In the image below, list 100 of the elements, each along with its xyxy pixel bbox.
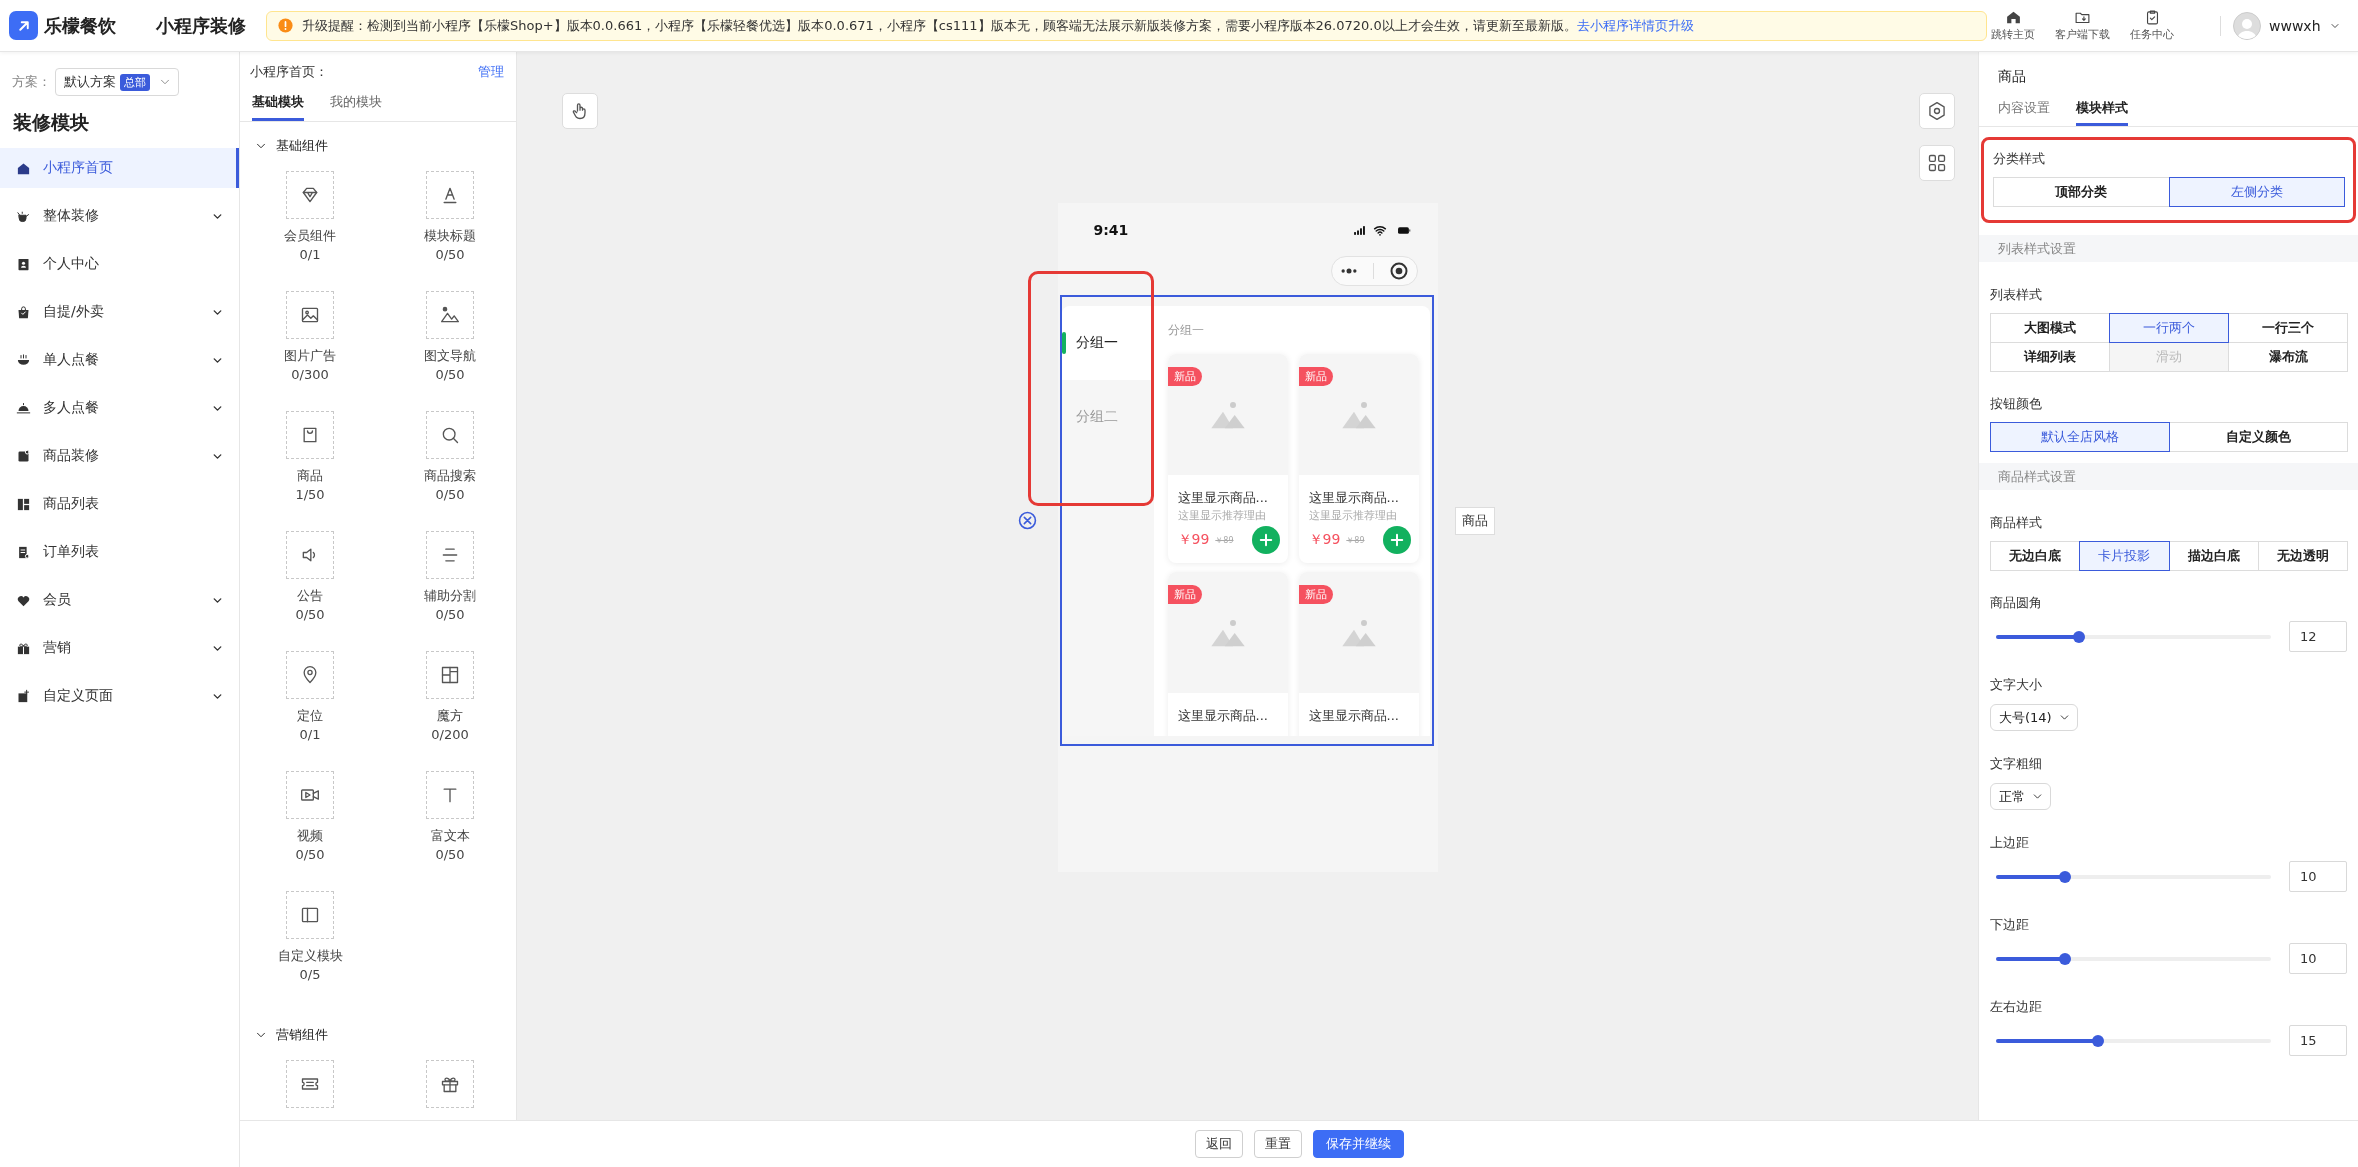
settings-button[interactable] (1919, 93, 1955, 129)
module-count: 0/50 (435, 486, 465, 504)
module-count: 1/50 (295, 486, 325, 504)
dropdown[interactable]: 大号(14) (1990, 704, 2078, 731)
new-badge: 新品 (1167, 585, 1202, 604)
module-name: 图文导航 (424, 347, 476, 365)
module-tile[interactable] (426, 171, 474, 219)
slider-thumb[interactable] (2072, 630, 2085, 643)
sidebar-item[interactable]: 营销 (0, 628, 239, 668)
module-tile[interactable] (426, 531, 474, 579)
option-button[interactable]: 瀑布流 (2228, 342, 2348, 372)
module-tile[interactable] (286, 411, 334, 459)
option-button[interactable]: 左侧分类 (2168, 177, 2345, 207)
settings-tab[interactable]: 内容设置 (1998, 99, 2050, 126)
pointer-tool-button[interactable] (562, 93, 598, 129)
number-field[interactable]: 10 (2289, 943, 2347, 974)
footer-button[interactable]: 重置 (1253, 1130, 1302, 1158)
product-name: 这里显示商品... (1308, 489, 1400, 506)
number-field[interactable]: 15 (2289, 1025, 2347, 1056)
sidebar-item[interactable]: 自定义页面 (0, 676, 239, 716)
module-count: 0/1 (299, 726, 321, 744)
product-reason: 这里显示推荐理由 (1308, 509, 1398, 523)
footer-button[interactable]: 保存并继续 (1312, 1130, 1404, 1158)
field-label: 文字大小 (1990, 676, 2043, 694)
option-button[interactable]: 无边透明 (2257, 541, 2348, 571)
option-button[interactable]: 详细列表 (1990, 342, 2110, 372)
section-title: 装修模块 (13, 110, 90, 134)
layout-grid-button[interactable] (1919, 145, 1955, 181)
option-button[interactable]: 大图模式 (1990, 313, 2110, 343)
module-tile[interactable] (286, 171, 334, 219)
option-button[interactable]: 一行两个 (2109, 313, 2229, 343)
group-title: 营销组件 (276, 1026, 328, 1044)
header-link[interactable]: 跳转主页 (1991, 9, 2035, 42)
dropdown[interactable]: 正常 (1990, 783, 2051, 810)
upgrade-link[interactable]: 去小程序详情页升级 (1576, 17, 1694, 33)
module-name: 会员组件 (284, 227, 336, 245)
search-icon (440, 425, 460, 445)
header-link[interactable]: 客户端下载 (2055, 9, 2110, 42)
option-button[interactable]: 一行三个 (2228, 313, 2348, 343)
module-tile[interactable] (426, 1060, 474, 1108)
user-menu[interactable]: wwwxh (2233, 11, 2341, 40)
product-price: ￥99 (1177, 531, 1210, 549)
module-count: 0/50 (435, 246, 465, 264)
field-label: 文字粗细 (1990, 755, 2043, 773)
sidebar-item[interactable]: 会员 (0, 580, 239, 620)
warning-icon (277, 17, 294, 34)
option-button[interactable]: 顶部分类 (1993, 177, 2170, 207)
module-tile[interactable] (286, 651, 334, 699)
sidebar-item[interactable]: 整体装修 (0, 196, 239, 236)
footer-button[interactable]: 返回 (1194, 1130, 1243, 1158)
module-name: 魔方 (437, 707, 463, 725)
option-button[interactable]: 自定义颜色 (2168, 422, 2348, 452)
scheme-badge: 总部 (120, 73, 150, 91)
module-tile[interactable] (426, 771, 474, 819)
sidebar-item[interactable]: 多人点餐 (0, 388, 239, 428)
module-tab[interactable]: 基础模块 (252, 93, 304, 121)
option-button[interactable]: 无边白底 (1990, 541, 2081, 571)
manage-link[interactable]: 管理 (478, 63, 504, 81)
sidebar-item[interactable]: 个人中心 (0, 244, 239, 284)
sidebar-item[interactable]: 小程序首页 (0, 148, 239, 188)
module-tile[interactable] (426, 651, 474, 699)
selected-component-frame[interactable]: 分组一 分组二 分组一 新品 这里显示商品... 这里显示推荐理由 ￥99 ￥89 新品 这里显示商品... 这里显示推荐理由 ￥99 ￥89 新品 这里显示商品... 新品 这里显示商品... (1059, 295, 1434, 746)
slider-thumb[interactable] (2058, 952, 2071, 965)
sidebar-item[interactable]: 订单列表 (0, 532, 239, 572)
scheme-select[interactable]: 默认方案 总部 (55, 68, 179, 96)
capsule-menu[interactable] (1330, 256, 1418, 286)
option-button[interactable]: 描边白底 (2168, 541, 2259, 571)
sidebar-item[interactable]: 商品列表 (0, 484, 239, 524)
module-tile[interactable] (286, 291, 334, 339)
add-button[interactable] (1251, 526, 1280, 554)
field-label: 下边距 (1990, 916, 2030, 934)
module-tile[interactable] (426, 411, 474, 459)
category-tab[interactable]: 分组一 (1061, 306, 1154, 380)
number-field[interactable]: 10 (2289, 861, 2347, 892)
slider-thumb[interactable] (2091, 1034, 2104, 1047)
page-title: 小程序装修 (156, 13, 246, 38)
module-count: 0/50 (435, 606, 465, 624)
slider-thumb[interactable] (2058, 870, 2071, 883)
scheme-label: 方案： (12, 73, 51, 91)
add-button[interactable] (1382, 526, 1411, 554)
header-link[interactable]: 任务中心 (2130, 9, 2174, 42)
diamond-icon (300, 185, 320, 205)
module-tile[interactable] (426, 291, 474, 339)
module-tile[interactable] (286, 891, 334, 939)
module-tile[interactable] (286, 1060, 334, 1108)
sidebar-item[interactable]: 商品装修 (0, 436, 239, 476)
module-tile[interactable] (286, 531, 334, 579)
sidebar-item[interactable]: 自提/外卖 (0, 292, 239, 332)
sidebar-item[interactable]: 单人点餐 (0, 340, 239, 380)
wifi-icon (1371, 223, 1388, 237)
option-button[interactable]: 默认全店风格 (1990, 422, 2170, 452)
option-button[interactable]: 卡片投影 (2079, 541, 2170, 571)
module-tab[interactable]: 我的模块 (330, 93, 382, 121)
dashboard-icon (16, 496, 31, 512)
settings-tab[interactable]: 模块样式 (2076, 99, 2128, 126)
group-title: 基础组件 (276, 137, 328, 155)
settings-icon (1927, 101, 1947, 121)
module-tile[interactable] (286, 771, 334, 819)
receipt-icon (16, 544, 31, 560)
number-field[interactable]: 12 (2289, 621, 2347, 652)
